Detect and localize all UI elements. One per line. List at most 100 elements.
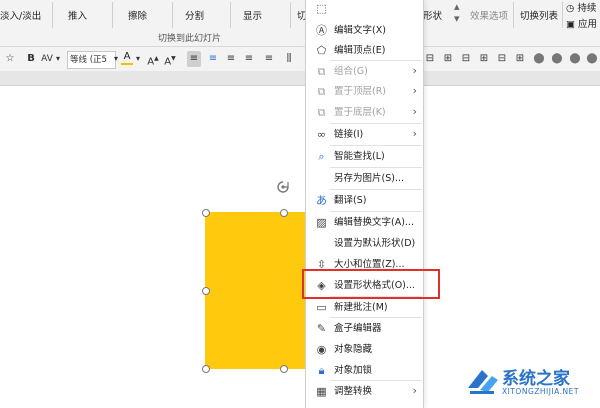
switch-list-button[interactable]: 切换列表 [520,8,558,22]
justify-icon[interactable]: ≡ [243,51,255,67]
shape-icon[interactable]: ⬤ [586,51,598,67]
grow-font-button[interactable]: A▲ [147,51,159,67]
align-right-icon[interactable]: ≡ [225,51,237,67]
align-objects-icon[interactable]: ⊞ [442,51,454,67]
transition-wipe-button[interactable]: 擦除 [128,8,147,22]
align-objects-icon[interactable]: ⊟ [460,51,472,67]
columns-icon[interactable]: ⫼ [283,51,295,67]
hide-object-icon: ◉ [316,343,327,356]
watermark-name: 系统之家 [502,369,570,389]
menu-item-smart-lookup[interactable]: ⌕ 智能查找(L) [306,146,423,166]
alt-text-icon: ▨ [316,216,327,229]
transition-shape-button[interactable]: 形状 [423,8,442,22]
menu-item-box-editor[interactable]: ✎ 盒子编辑器 [306,318,423,338]
char-spacing-button[interactable]: AV [40,51,54,67]
distribute-icon[interactable]: ≡ [263,51,275,67]
format-a-icon: ⬚ [316,2,327,15]
ribbon-divider [112,2,113,28]
selected-rectangle-shape[interactable] [205,212,305,369]
font-color-button[interactable]: A [121,51,133,65]
effect-options-button[interactable]: 效果选项 [470,8,508,22]
resize-handle[interactable] [280,365,288,373]
transition-split-button[interactable]: 分割 [185,8,204,22]
link-icon: ∞ [316,128,327,141]
bring-front-icon: ⧉ [317,85,326,98]
chevron-right-icon: › [412,64,417,77]
shape-icon[interactable]: ⬤ [569,51,581,67]
ribbon-divider [230,2,231,28]
context-menu: ⬚ Ⓐ 编辑文字(X) ⬠ 编辑顶点(E) ⧉ 组合(G) › ⧉ 置于顶层(R… [305,0,424,408]
rotate-handle-icon[interactable] [276,180,290,194]
resize-handle[interactable] [202,365,210,373]
ribbon-divider [172,2,173,28]
ribbon-divider [562,2,563,28]
shape-icon[interactable]: ⬤ [533,51,545,67]
chevron-right-icon: › [412,84,417,97]
menu-item-lock-object[interactable]: 🔒︎ 对象加锁 [306,360,423,380]
menu-item-alt-text[interactable]: ▨ 编辑替换文字(A)... [306,212,423,232]
menu-item-link[interactable]: ∞ 链接(I) › [306,124,423,144]
align-center-icon[interactable]: ≡ [207,51,219,67]
shrink-font-button[interactable]: A▼ [164,51,176,67]
ribbon-divider [290,2,291,28]
lock-object-icon: 🔒︎ [318,364,325,377]
send-back-icon: ⧉ [317,106,326,119]
translate-icon: あ [316,194,327,207]
resize-handle[interactable] [280,209,288,217]
menu-item-send-back[interactable]: ⧉ 置于底层(K) › [306,102,423,122]
format-toolbar: ☆ B AV ▾ 等线 (正5 ▾ A ▾ A▲ A▼ ≡ ≡ ≡ ≡ ≡ ⫼ … [0,46,600,72]
font-name-select[interactable]: 等线 (正5 [67,51,116,69]
group-icon: ⧉ [317,65,326,78]
menu-item-set-default-shape[interactable]: 设置为默认形状(D) [306,233,423,253]
resize-handle[interactable] [202,209,210,217]
clock-icon: ◷ [566,3,575,14]
watermark-url: XITONGZHIJIA.NET [502,387,579,396]
menu-item-group[interactable]: ⧉ 组合(G) › [306,61,423,81]
align-objects-icon[interactable]: ⊞ [478,51,490,67]
edit-points-icon: ⬠ [316,44,327,57]
menu-item-bring-front[interactable]: ⧉ 置于顶层(R) › [306,81,423,101]
ribbon-divider [52,2,53,28]
chevron-right-icon: › [412,105,417,118]
menu-item-save-as-picture[interactable]: 另存为图片(S)... [306,168,423,188]
ribbon-divider [513,2,514,28]
highlight-box [302,269,440,299]
menu-item-edit-text[interactable]: Ⓐ 编辑文字(X) [306,20,423,40]
align-objects-icon[interactable]: ⊟ [424,51,436,67]
transition-push-button[interactable]: 推入 [68,8,87,22]
apply-icon: ▣ [566,19,575,30]
edit-text-icon: Ⓐ [316,24,327,37]
menu-item-new-comment[interactable]: ▭ 新建批注(M) [306,297,423,317]
chevron-down-icon[interactable]: ▾ [54,51,62,67]
chevron-right-icon: › [412,384,417,397]
shape-icon[interactable]: ⬤ [551,51,563,67]
new-comment-icon: ▭ [316,301,327,314]
ribbon: 淡入/淡出 推入 擦除 分割 显示 切 形状 ▴ ▾ 效果选项 切换列表 ◷ 持… [0,0,600,46]
align-objects-icon[interactable]: ⊟ [496,51,508,67]
transition-fade-button[interactable]: 淡入/淡出 [0,8,41,22]
apply-all-button[interactable]: ▣ 应用 [566,16,597,30]
chevron-down-icon[interactable]: ▾ [134,51,142,67]
smart-lookup-icon: ⌕ [318,150,325,163]
gallery-scroll-down-icon[interactable]: ▾ [454,12,460,25]
resize-handle[interactable] [202,287,210,295]
chevron-down-icon[interactable]: ▾ [112,51,120,67]
menu-item-translate[interactable]: あ 翻译(S) [306,190,423,210]
menu-item-hide-object[interactable]: ◉ 对象隐藏 [306,339,423,359]
ribbon-group-label: 切换到此幻灯片 [158,34,222,44]
menu-item-adjust-convert[interactable]: ▦ 调整转换 › [306,381,423,401]
star-icon[interactable]: ☆ [4,51,16,67]
duration-row[interactable]: ◷ 持续 [566,0,596,14]
chevron-right-icon: › [412,127,417,140]
transition-reveal-button[interactable]: 显示 [243,8,262,22]
bold-button[interactable]: B [25,51,37,67]
menu-item-format[interactable]: ⬚ [306,0,423,18]
adjust-convert-icon: ▦ [316,385,327,398]
watermark-logo: 系统之家 XITONGZHIJIA.NET [466,362,596,404]
align-left-icon[interactable]: ≡ [187,51,201,67]
menu-item-edit-points[interactable]: ⬠ 编辑顶点(E) [306,40,423,60]
watermark-icon [468,370,498,394]
box-editor-icon: ✎ [316,322,327,335]
align-objects-icon[interactable]: ⊞ [514,51,526,67]
ruler-band [0,71,600,86]
